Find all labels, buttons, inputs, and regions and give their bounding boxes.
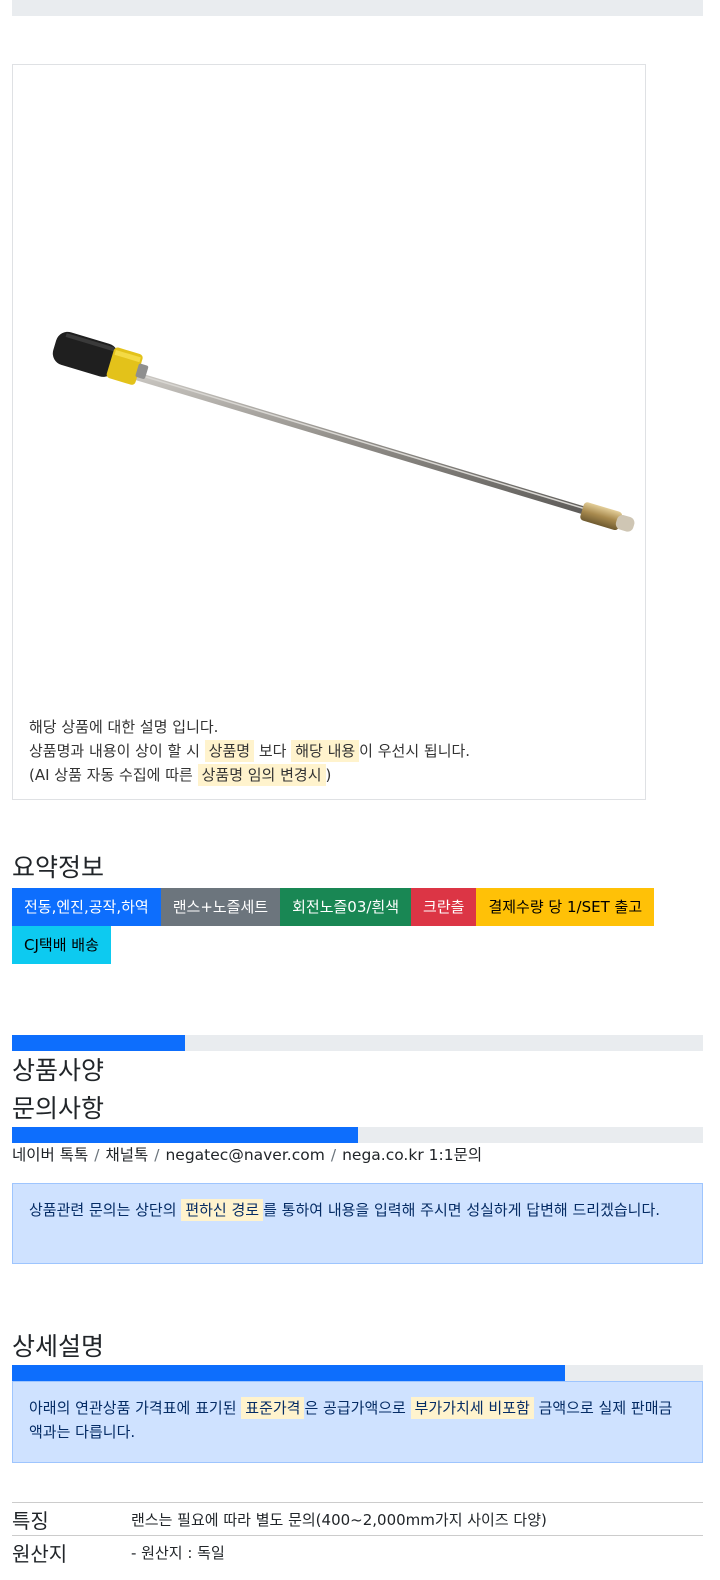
product-card: 해당 상품에 대한 설명 입니다. 상품명과 내용이 상이 할 시 상품명 보다… xyxy=(12,64,646,800)
contact-separator: / xyxy=(330,1146,337,1164)
highlight-vat-excluded: 부가가치세 비포함 xyxy=(410,1397,534,1419)
detail-title: 상세설명 xyxy=(12,1332,105,1361)
notice-text: 상품관련 문의는 상단의 xyxy=(29,1201,182,1219)
summary-badges: 전동,엔진,공작,하역 랜스+노즐세트 회전노즐03/흰색 크란츨 결제수량 당… xyxy=(12,888,704,964)
spec-key: 원산지 xyxy=(12,1535,131,1568)
inquiry-progress xyxy=(12,1127,703,1143)
spec-progress-fill xyxy=(12,1035,185,1051)
detail-notice: 아래의 연관상품 가격표에 표기된 표준가격 은 공급가액으로 부가가치세 비포함… xyxy=(12,1381,703,1463)
highlight-content: 해당 내용 xyxy=(291,740,360,762)
badge-quantity: 결제수량 당 1/SET 출고 xyxy=(476,888,655,926)
contact-separator: / xyxy=(94,1146,100,1164)
contact-channel-talk[interactable]: 채널톡 xyxy=(105,1146,148,1164)
contact-list: 네이버 톡톡 / 채널톡 / negatec@naver.com / nega.co.kr … xyxy=(12,1143,482,1165)
contact-email[interactable]: negatec@naver.com xyxy=(165,1146,324,1164)
contact-website-inquiry[interactable]: nega.co.kr 1:1문의 xyxy=(342,1146,482,1164)
spec-title: 상품사양 xyxy=(12,1056,105,1085)
table-row: 원산지 - 원산지 : 독일 xyxy=(12,1535,703,1568)
contact-naver-talk[interactable]: 네이버 톡톡 xyxy=(12,1146,88,1164)
badge-nozzle: 회전노즐03/흰색 xyxy=(280,888,412,926)
notice-text: 를 통하여 내용을 입력해 주시면 성실하게 답변해 드리겠습니다. xyxy=(263,1201,661,1219)
table-row: 특징 랜스는 필요에 따라 별도 문의(400~2,000mm가지 사이즈 다양… xyxy=(12,1502,703,1536)
product-description: 해당 상품에 대한 설명 입니다. 상품명과 내용이 상이 할 시 상품명 보다… xyxy=(29,715,470,787)
detail-progress xyxy=(12,1365,703,1381)
highlight-name-change: 상품명 임의 변경시 xyxy=(197,764,326,786)
desc-text: 보다 xyxy=(254,742,292,760)
highlight-convenient-route: 편하신 경로 xyxy=(181,1199,264,1221)
inquiry-progress-fill xyxy=(12,1127,358,1143)
spec-progress xyxy=(12,1035,703,1051)
desc-text: 상품명과 내용이 상이 할 시 xyxy=(29,742,205,760)
top-divider xyxy=(12,0,703,16)
desc-text: (AI 상품 자동 수집에 따른 xyxy=(29,766,198,784)
badge-brand: 크란츨 xyxy=(411,888,477,926)
contact-separator: / xyxy=(154,1146,160,1164)
badge-set-type: 랜스+노즐세트 xyxy=(160,888,281,926)
spec-key: 특징 xyxy=(12,1502,131,1536)
badge-category: 전동,엔진,공작,하역 xyxy=(12,888,161,926)
product-image xyxy=(52,331,635,532)
notice-text: 아래의 연관상품 가격표에 표기된 xyxy=(29,1399,242,1417)
desc-text: 이 우선시 됩니다. xyxy=(359,742,471,760)
desc-text: ) xyxy=(325,766,332,784)
badge-shipping: CJ택배 배송 xyxy=(12,926,111,964)
spec-value: - 원산지 : 독일 xyxy=(131,1535,703,1568)
desc-line-2: 상품명과 내용이 상이 할 시 상품명 보다 해당 내용 이 우선시 됩니다. xyxy=(29,739,470,763)
desc-line-1: 해당 상품에 대한 설명 입니다. xyxy=(29,718,219,736)
detail-progress-fill xyxy=(12,1365,565,1381)
desc-line-3: (AI 상품 자동 수집에 따른 상품명 임의 변경시) xyxy=(29,763,470,787)
highlight-product-name: 상품명 xyxy=(204,740,255,762)
summary-title: 요약정보 xyxy=(12,853,105,882)
inquiry-title: 문의사항 xyxy=(12,1094,105,1123)
spec-value: 랜스는 필요에 따라 별도 문의(400~2,000mm가지 사이즈 다양) xyxy=(131,1502,703,1536)
spec-table: 특징 랜스는 필요에 따라 별도 문의(400~2,000mm가지 사이즈 다양… xyxy=(12,1502,703,1568)
notice-text: 은 공급가액으로 xyxy=(304,1399,411,1417)
highlight-standard-price: 표준가격 xyxy=(241,1397,305,1419)
inquiry-notice: 상품관련 문의는 상단의 편하신 경로 를 통하여 내용을 입력해 주시면 성실하… xyxy=(12,1183,703,1264)
